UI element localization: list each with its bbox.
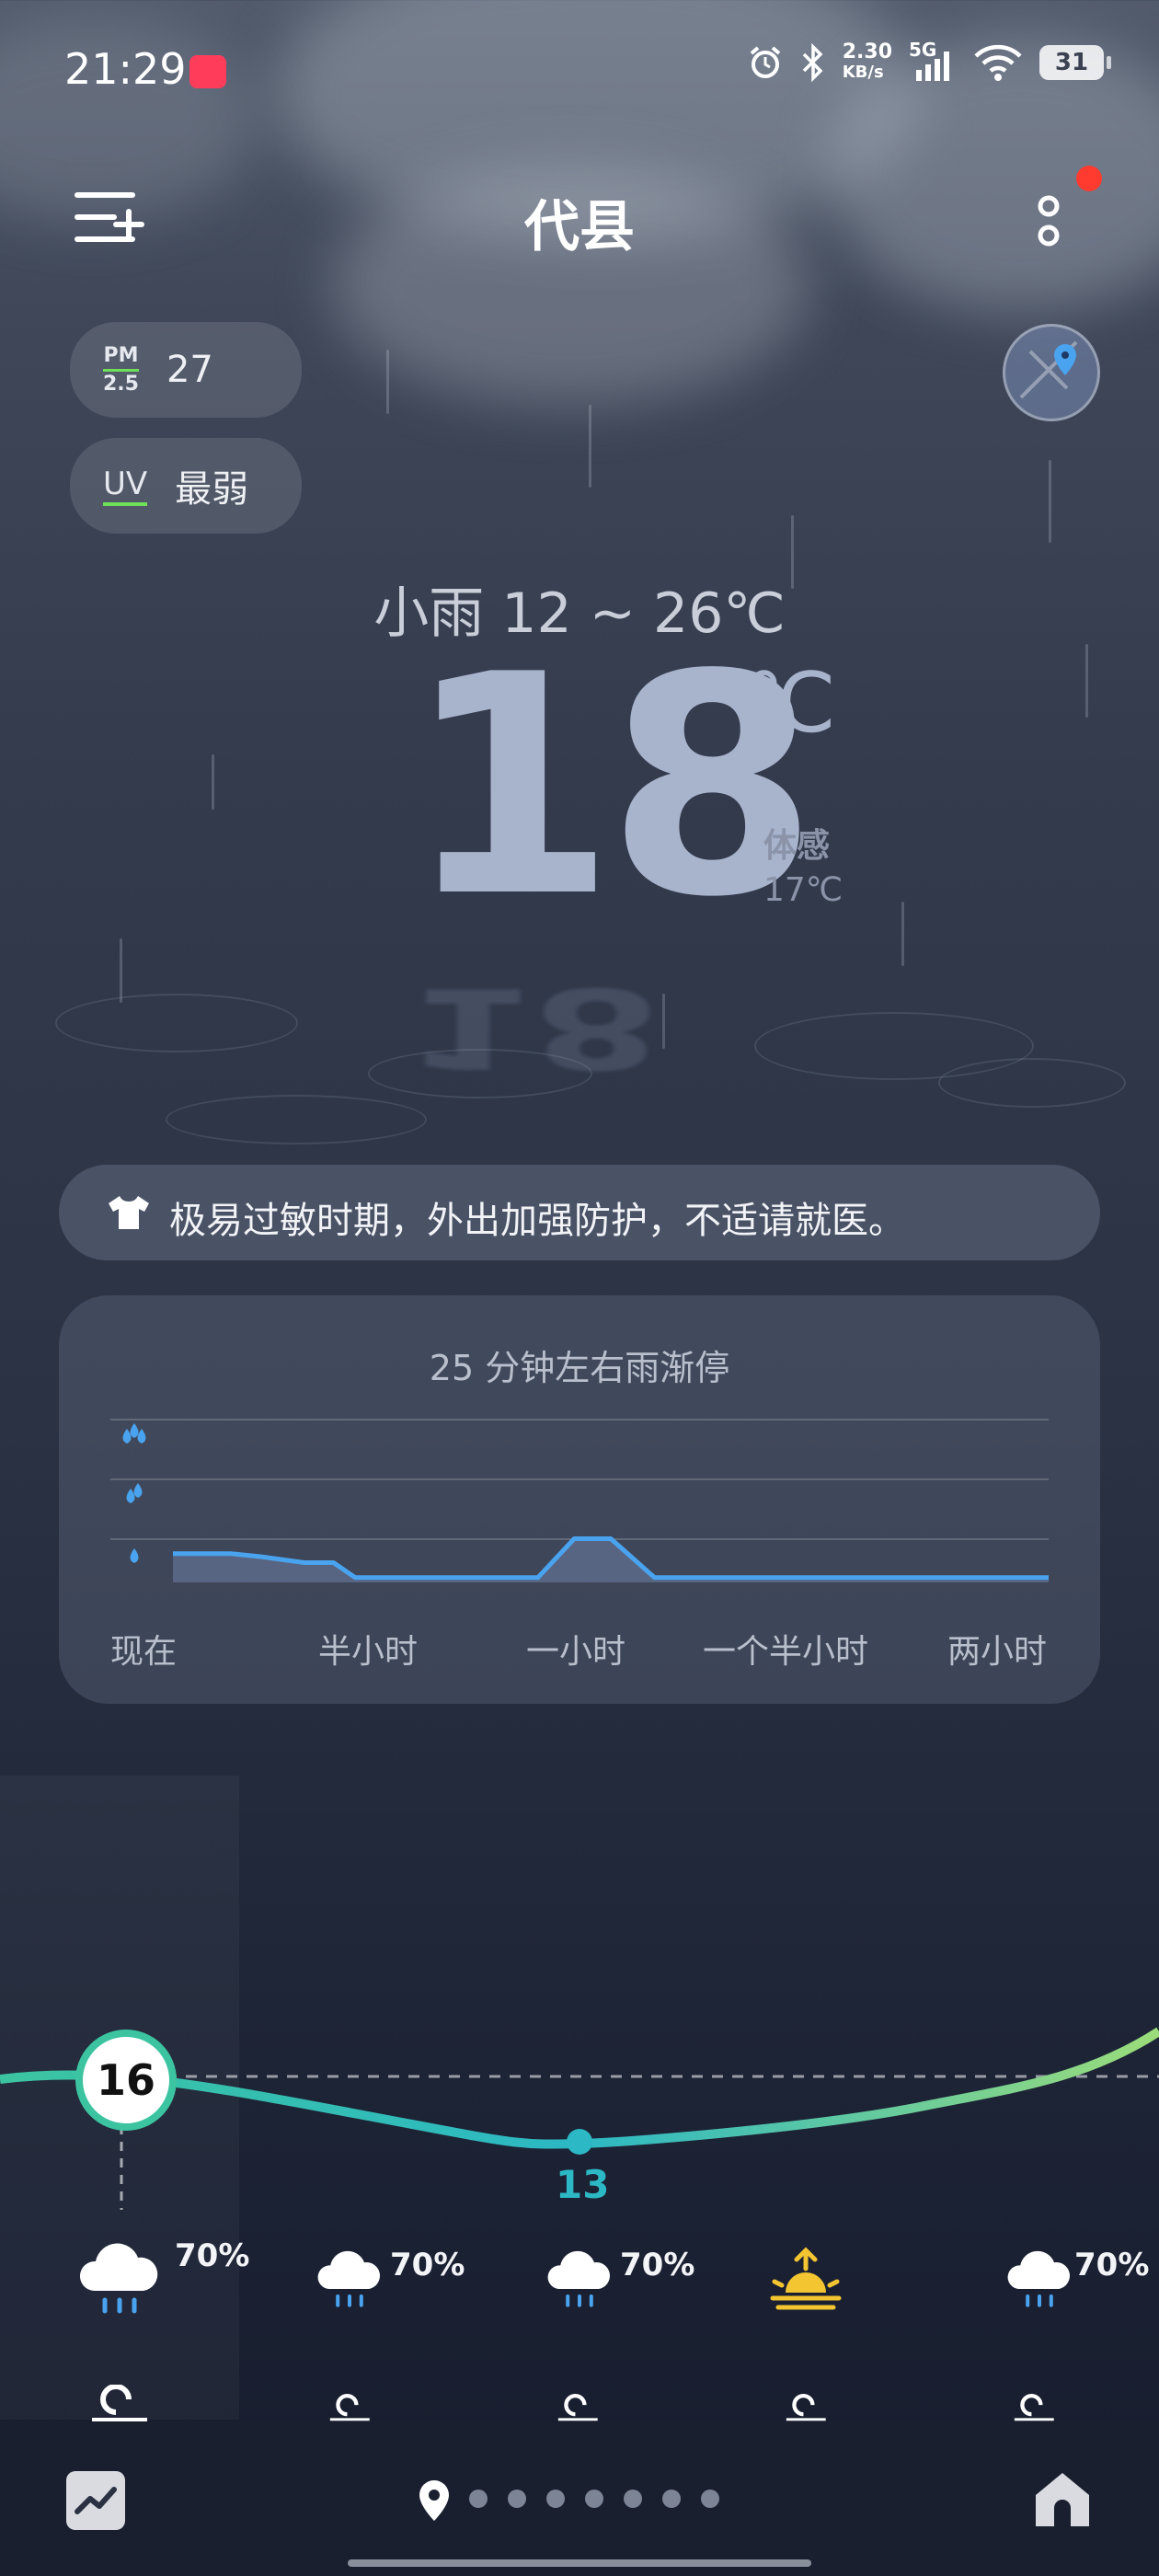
wifi-icon bbox=[974, 44, 1022, 81]
net-speed-value: 2.30 bbox=[842, 40, 892, 63]
x-label-half-hour: 半小时 bbox=[318, 1633, 419, 1671]
wind-icon bbox=[786, 2394, 826, 2421]
hourly-pop: 70% bbox=[1074, 2247, 1150, 2283]
more-menu-button[interactable] bbox=[1030, 184, 1076, 258]
page-dot[interactable] bbox=[701, 2490, 719, 2508]
bottom-nav bbox=[0, 2421, 1159, 2576]
app-notification-icon bbox=[189, 55, 226, 88]
hourly-pop: 70% bbox=[620, 2247, 695, 2283]
hourly-item[interactable]: 70% bbox=[543, 2236, 708, 2337]
more-icon bbox=[1038, 195, 1060, 247]
raindrop-level-icon bbox=[130, 1548, 139, 1563]
home-button[interactable] bbox=[1030, 2467, 1095, 2532]
signal-icon: 5G bbox=[909, 39, 957, 83]
status-icons: 2.30 KB/s 5G 31 bbox=[747, 39, 1111, 83]
map-pin-icon bbox=[1019, 340, 1078, 399]
trend-chart-icon bbox=[75, 2487, 117, 2514]
x-label-two-hours: 两小时 bbox=[947, 1633, 1048, 1671]
net-speed-unit: KB/s bbox=[842, 63, 884, 82]
hourly-item[interactable]: 70% bbox=[1003, 2236, 1159, 2337]
wind-icon bbox=[329, 2394, 370, 2421]
alarm-icon bbox=[750, 46, 781, 78]
temperature-unit: ℃ bbox=[743, 655, 837, 752]
advice-bar[interactable]: 极易过敏时期，外出加强防护，不适请就医。 bbox=[59, 1165, 1100, 1260]
city-name: 代县 bbox=[524, 195, 635, 259]
map-button[interactable] bbox=[1003, 324, 1100, 421]
bluetooth-icon bbox=[802, 43, 823, 82]
current-hour-temp-value: 16 bbox=[96, 2055, 155, 2105]
hourly-item[interactable]: 70% bbox=[74, 2226, 267, 2337]
trend-button[interactable] bbox=[66, 2471, 125, 2530]
pm25-value: 27 bbox=[166, 349, 213, 391]
uv-label: UV bbox=[103, 466, 148, 506]
hourly-pop: 70% bbox=[390, 2247, 465, 2283]
precipitation-card[interactable]: 25 分钟左右雨渐停 现在 半小时 一小时 一个半小时 两小时 bbox=[59, 1295, 1100, 1704]
hourly-item[interactable] bbox=[769, 2245, 879, 2337]
rain-cloud-icon bbox=[1007, 2250, 1070, 2307]
min-temp-label: 13 bbox=[556, 2162, 610, 2207]
page-dot[interactable] bbox=[546, 2490, 565, 2508]
current-hour-temp: 16 bbox=[75, 2030, 177, 2131]
home-icon bbox=[1036, 2473, 1089, 2526]
network-type: 5G bbox=[909, 39, 937, 61]
hourly-item[interactable]: 70% bbox=[313, 2236, 478, 2337]
temperature-reflection: 18 bbox=[405, 962, 661, 1092]
feels-like-label: 体感 bbox=[763, 827, 831, 865]
x-label-now: 现在 bbox=[110, 1633, 178, 1671]
raindrop-level-icon bbox=[122, 1423, 146, 1443]
shirt-icon bbox=[109, 1196, 149, 1229]
rain-cloud-icon bbox=[79, 2243, 158, 2314]
raindrop-level-icon bbox=[126, 1483, 143, 1503]
sunrise-icon bbox=[770, 2247, 842, 2310]
battery-level: 31 bbox=[1054, 49, 1089, 76]
page-dot[interactable] bbox=[585, 2490, 603, 2508]
wind-icon bbox=[1014, 2394, 1054, 2421]
wind-icon bbox=[557, 2394, 598, 2421]
location-page-icon[interactable] bbox=[418, 2478, 451, 2523]
page-dot[interactable] bbox=[469, 2490, 488, 2508]
wind-icon bbox=[92, 2385, 147, 2421]
advice-text: 极易过敏时期，外出加强防护，不适请就医。 bbox=[169, 1200, 905, 1242]
rain-cloud-icon bbox=[317, 2250, 380, 2307]
feels-like: 体感 17℃ bbox=[763, 824, 843, 913]
pm-label-bottom: 2.5 bbox=[103, 372, 139, 396]
hourly-pop: 70% bbox=[175, 2237, 250, 2274]
feels-like-value: 17℃ bbox=[763, 871, 843, 909]
status-time: 21:29 bbox=[64, 44, 187, 94]
uv-value: 最弱 bbox=[175, 468, 249, 511]
uv-pill[interactable]: UV 最弱 bbox=[70, 438, 302, 534]
notification-dot bbox=[1076, 166, 1102, 191]
page-dot[interactable] bbox=[624, 2490, 642, 2508]
page-dot[interactable] bbox=[508, 2490, 526, 2508]
rain-cloud-icon bbox=[547, 2250, 610, 2307]
x-label-one-half-hour: 一个半小时 bbox=[703, 1633, 869, 1671]
pm-label-top: PM bbox=[103, 343, 139, 367]
gesture-bar[interactable] bbox=[348, 2559, 811, 2567]
x-label-one-hour: 一小时 bbox=[526, 1633, 626, 1671]
net-speed: 2.30 KB/s bbox=[843, 42, 892, 83]
pm25-pill[interactable]: PM 2.5 27 bbox=[70, 322, 302, 418]
page-dot[interactable] bbox=[662, 2490, 681, 2508]
battery-indicator: 31 bbox=[1039, 45, 1111, 80]
pm25-label: PM 2.5 bbox=[103, 343, 139, 396]
